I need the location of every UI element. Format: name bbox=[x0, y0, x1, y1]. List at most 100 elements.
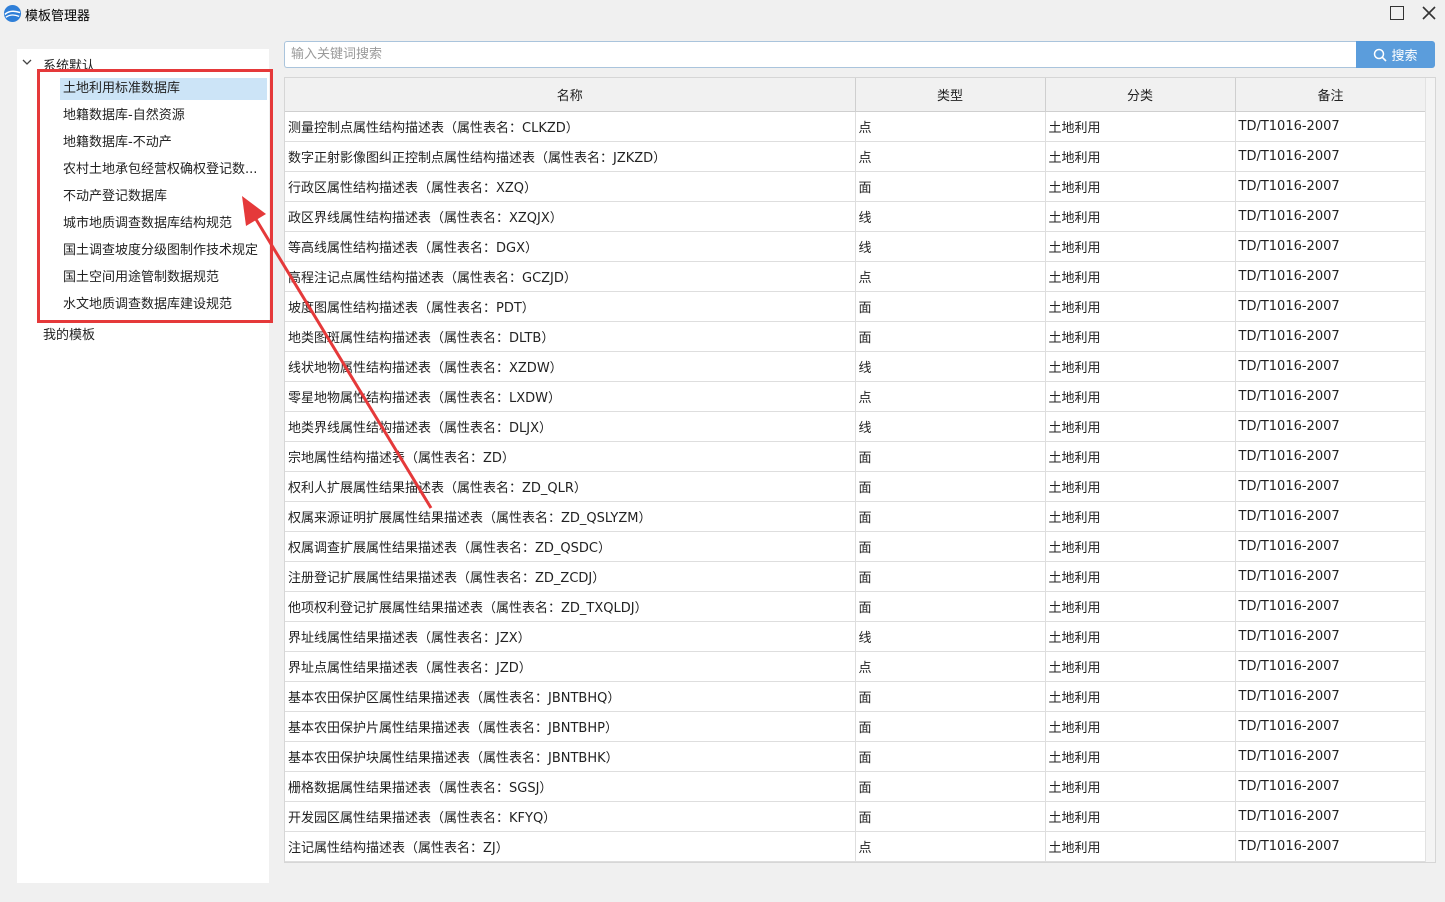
table-row[interactable]: 坡度图属性结构描述表（属性表名：PDT）面土地利用 TD/T1016-2007 bbox=[285, 291, 1427, 322]
table-row[interactable]: 栅格数据属性结果描述表（属性表名：SGSJ）面土地利用 TD/T1016-2007 bbox=[285, 771, 1427, 802]
tree-item-land-use-standard[interactable]: 土地利用标准数据库 bbox=[60, 78, 267, 100]
cell-note: TD/T1016-2007 bbox=[1235, 171, 1427, 202]
search-icon bbox=[1374, 48, 1388, 62]
cell-name: 线状地物属性结构描述表（属性表名：XZDW） bbox=[285, 351, 856, 382]
cell-note: TD/T1016-2007 bbox=[1235, 831, 1427, 862]
cell-category: 土地利用 bbox=[1045, 531, 1236, 562]
tree-item-spatial-use-control[interactable]: 国土空间用途管制数据规范 bbox=[60, 267, 267, 289]
table-row[interactable]: 注册登记扩展属性结果描述表（属性表名：ZD_ZCDJ）面土地利用 TD/T1016… bbox=[285, 561, 1427, 592]
cell-category: 土地利用 bbox=[1045, 201, 1236, 232]
table-row[interactable]: 线状地物属性结构描述表（属性表名：XZDW）线土地利用 TD/T1016-2007 bbox=[285, 351, 1427, 382]
cell-type: 点 bbox=[855, 141, 1046, 172]
cell-type: 点 bbox=[855, 651, 1046, 682]
table-header-row: 名称 类型 分类 备注 bbox=[285, 78, 1427, 112]
cell-category: 土地利用 bbox=[1045, 711, 1236, 742]
tree-item-hydrogeology[interactable]: 水文地质调查数据库建设规范 bbox=[60, 294, 267, 316]
tree-item-slope-grading[interactable]: 国土调查坡度分级图制作技术规定 bbox=[60, 240, 267, 262]
cell-category: 土地利用 bbox=[1045, 291, 1236, 322]
tree-item-realestate-registration[interactable]: 不动产登记数据库 bbox=[60, 186, 267, 208]
tree-item-cadastral-natural[interactable]: 地籍数据库-自然资源 bbox=[60, 105, 267, 127]
cell-name: 界址线属性结果描述表（属性表名：JZX） bbox=[285, 621, 856, 652]
tree-item-cadastral-realestate[interactable]: 地籍数据库-不动产 bbox=[60, 132, 267, 154]
close-icon[interactable] bbox=[1419, 3, 1439, 23]
cell-note: TD/T1016-2007 bbox=[1235, 501, 1427, 532]
table-row[interactable]: 政区界线属性结构描述表（属性表名：XZQJX）线土地利用 TD/T1016-200… bbox=[285, 201, 1427, 232]
table-row[interactable]: 注记属性结构描述表（属性表名：ZJ）点土地利用 TD/T1016-2007 bbox=[285, 831, 1427, 862]
search-input[interactable] bbox=[284, 41, 1356, 68]
table-row[interactable]: 权属来源证明扩展属性结果描述表（属性表名：ZD_QSLYZM）面土地利用 TD/T… bbox=[285, 501, 1427, 532]
cell-type: 点 bbox=[855, 831, 1046, 862]
search-button[interactable]: 搜索 bbox=[1356, 41, 1435, 68]
cell-name: 注册登记扩展属性结果描述表（属性表名：ZD_ZCDJ） bbox=[285, 561, 856, 592]
cell-name: 基本农田保护区属性结果描述表（属性表名：JBNTBHQ） bbox=[285, 681, 856, 712]
chevron-down-icon[interactable] bbox=[22, 57, 32, 67]
cell-note: TD/T1016-2007 bbox=[1235, 141, 1427, 172]
table-row[interactable]: 权利人扩展属性结果描述表（属性表名：ZD_QLR）面土地利用 TD/T1016-2… bbox=[285, 471, 1427, 502]
cell-type: 线 bbox=[855, 411, 1046, 442]
table-row[interactable]: 他项权利登记扩展属性结果描述表（属性表名：ZD_TXQLDJ）面土地利用 TD/T… bbox=[285, 591, 1427, 622]
cell-category: 土地利用 bbox=[1045, 351, 1236, 382]
cell-type: 面 bbox=[855, 531, 1046, 562]
table-row[interactable]: 基本农田保护区属性结果描述表（属性表名：JBNTBHQ）面土地利用 TD/T101… bbox=[285, 681, 1427, 712]
tree-item-rural-land-contract[interactable]: 农村土地承包经营权确权登记数... bbox=[60, 159, 267, 181]
table-row[interactable]: 零星地物属性结构描述表（属性表名：LXDW）点土地利用 TD/T1016-2007 bbox=[285, 381, 1427, 412]
table-row[interactable]: 地类界线属性结构描述表（属性表名：DLJX）线土地利用 TD/T1016-2007 bbox=[285, 411, 1427, 442]
cell-note: TD/T1016-2007 bbox=[1235, 411, 1427, 442]
window-title: 模板管理器 bbox=[25, 9, 91, 24]
cell-category: 土地利用 bbox=[1045, 231, 1236, 262]
table-row[interactable]: 界址线属性结果描述表（属性表名：JZX）线土地利用 TD/T1016-2007 bbox=[285, 621, 1427, 652]
table-row[interactable]: 高程注记点属性结构描述表（属性表名：GCZJD）点土地利用 TD/T1016-20… bbox=[285, 261, 1427, 292]
cell-category: 土地利用 bbox=[1045, 831, 1236, 862]
search-button-label: 搜索 bbox=[1391, 49, 1418, 64]
cell-category: 土地利用 bbox=[1045, 321, 1236, 352]
table-row[interactable]: 开发园区属性结果描述表（属性表名：KFYQ）面土地利用 TD/T1016-2007 bbox=[285, 801, 1427, 832]
cell-type: 面 bbox=[855, 291, 1046, 322]
cell-type: 面 bbox=[855, 741, 1046, 772]
cell-type: 面 bbox=[855, 321, 1046, 352]
cell-name: 地类界线属性结构描述表（属性表名：DLJX） bbox=[285, 411, 856, 442]
cell-note: TD/T1016-2007 bbox=[1235, 681, 1427, 712]
table-row[interactable]: 数字正射影像图纠正控制点属性结构描述表（属性表名：JZKZD）点土地利用 TD/T… bbox=[285, 141, 1427, 172]
column-header-type[interactable]: 类型 bbox=[855, 78, 1046, 112]
cell-note: TD/T1016-2007 bbox=[1235, 591, 1427, 622]
table-row[interactable]: 等高线属性结构描述表（属性表名：DGX）线土地利用 TD/T1016-2007 bbox=[285, 231, 1427, 262]
table-row[interactable]: 测量控制点属性结构描述表（属性表名：CLKZD）点土地利用 TD/T1016-20… bbox=[285, 111, 1427, 142]
cell-type: 面 bbox=[855, 771, 1046, 802]
table-row[interactable]: 宗地属性结构描述表（属性表名：ZD）面土地利用 TD/T1016-2007 bbox=[285, 441, 1427, 472]
cell-category: 土地利用 bbox=[1045, 381, 1236, 412]
column-header-name[interactable]: 名称 bbox=[285, 78, 856, 112]
cell-category: 土地利用 bbox=[1045, 801, 1236, 832]
tree-root-system-default[interactable]: 系统默认 bbox=[17, 51, 269, 74]
title-bar: 模板管理器 bbox=[0, 0, 1445, 28]
cell-note: TD/T1016-2007 bbox=[1235, 531, 1427, 562]
cell-category: 土地利用 bbox=[1045, 411, 1236, 442]
column-header-category[interactable]: 分类 bbox=[1045, 78, 1236, 112]
cell-category: 土地利用 bbox=[1045, 441, 1236, 472]
cell-type: 线 bbox=[855, 621, 1046, 652]
table-row[interactable]: 权属调查扩展属性结果描述表（属性表名：ZD_QSDC）面土地利用 TD/T1016… bbox=[285, 531, 1427, 562]
table-row[interactable]: 基本农田保护块属性结果描述表（属性表名：JBNTBHK）面土地利用 TD/T101… bbox=[285, 741, 1427, 772]
cell-type: 点 bbox=[855, 381, 1046, 412]
maximize-icon[interactable] bbox=[1390, 6, 1404, 20]
cell-note: TD/T1016-2007 bbox=[1235, 351, 1427, 382]
cell-category: 土地利用 bbox=[1045, 621, 1236, 652]
tree-item-urban-geology[interactable]: 城市地质调查数据库结构规范 bbox=[60, 213, 267, 235]
table-row[interactable]: 行政区属性结构描述表（属性表名：XZQ）面土地利用 TD/T1016-2007 bbox=[285, 171, 1427, 202]
table-row[interactable]: 地类图斑属性结构描述表（属性表名：DLTB）面土地利用 TD/T1016-2007 bbox=[285, 321, 1427, 352]
cell-category: 土地利用 bbox=[1045, 111, 1236, 142]
template-table: 名称 类型 分类 备注 测量控制点属性结构描述表（属性表名：CLKZD）点土地利… bbox=[284, 77, 1436, 863]
cell-type: 线 bbox=[855, 231, 1046, 262]
table-row[interactable]: 基本农田保护片属性结果描述表（属性表名：JBNTBHP）面土地利用 TD/T101… bbox=[285, 711, 1427, 742]
column-header-note[interactable]: 备注 bbox=[1235, 78, 1427, 112]
cell-name: 权利人扩展属性结果描述表（属性表名：ZD_QLR） bbox=[285, 471, 856, 502]
cell-name: 零星地物属性结构描述表（属性表名：LXDW） bbox=[285, 381, 856, 412]
table-row[interactable]: 界址点属性结果描述表（属性表名：JZD）点土地利用 TD/T1016-2007 bbox=[285, 651, 1427, 682]
cell-note: TD/T1016-2007 bbox=[1235, 651, 1427, 682]
tree-root-my-templates[interactable]: 我的模板 bbox=[43, 324, 95, 344]
cell-name: 权属调查扩展属性结果描述表（属性表名：ZD_QSDC） bbox=[285, 531, 856, 562]
cell-name: 开发园区属性结果描述表（属性表名：KFYQ） bbox=[285, 801, 856, 832]
cell-type: 点 bbox=[855, 111, 1046, 142]
cell-note: TD/T1016-2007 bbox=[1235, 231, 1427, 262]
vertical-scrollbar[interactable] bbox=[1425, 78, 1435, 862]
cell-type: 点 bbox=[855, 261, 1046, 292]
